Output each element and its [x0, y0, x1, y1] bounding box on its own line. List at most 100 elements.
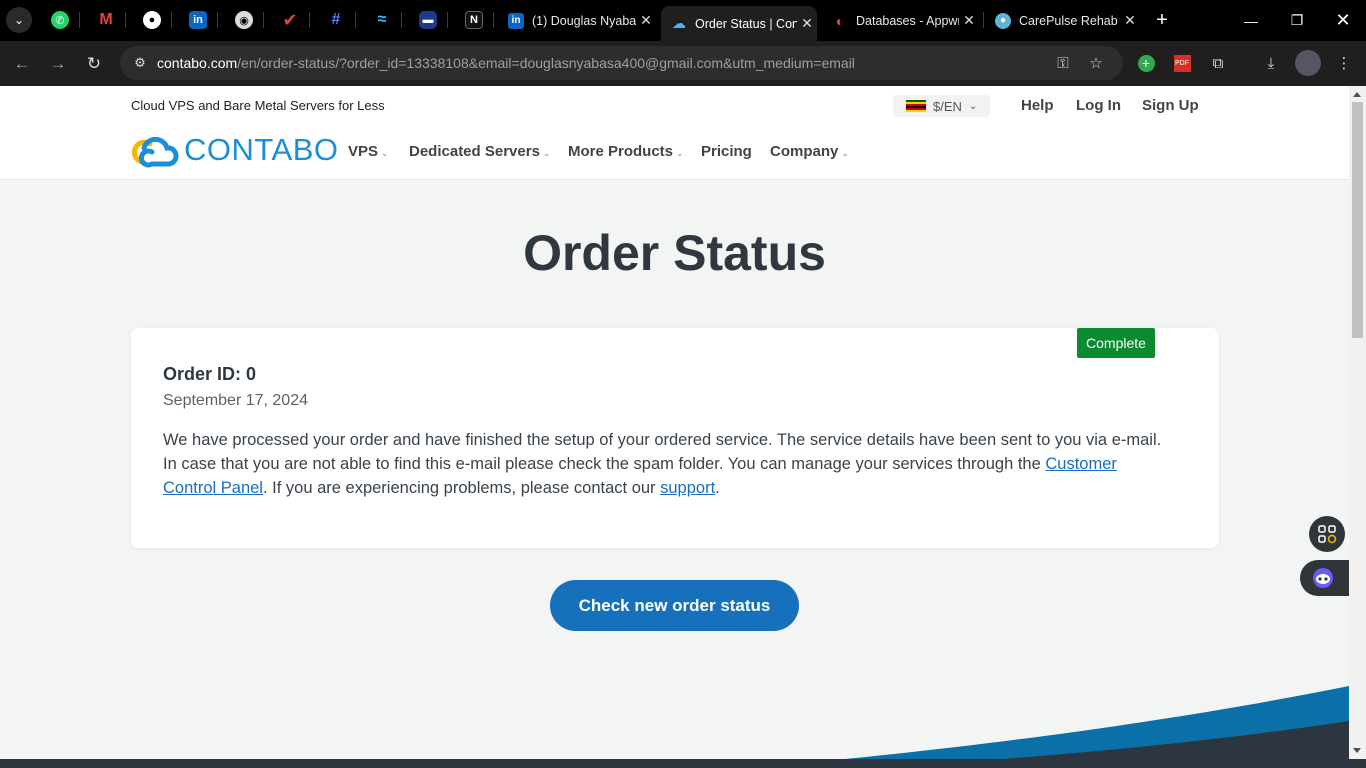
- tab-separator: [493, 12, 494, 28]
- pinned-tab-hash[interactable]: #: [319, 6, 353, 34]
- page-scrollbar[interactable]: [1349, 86, 1366, 759]
- pdf-extension-icon[interactable]: PDF: [1171, 52, 1193, 74]
- extensions-puzzle-icon[interactable]: ⧉: [1207, 52, 1229, 74]
- close-tab-icon[interactable]: ✕: [636, 12, 656, 29]
- tab-separator: [263, 12, 264, 28]
- message-text-2: . If you are experiencing problems, plea…: [262, 479, 661, 497]
- chevron-down-icon: ⌄: [676, 148, 684, 158]
- footer-strip: [0, 759, 1366, 768]
- restore-icon[interactable]: ❐: [1274, 0, 1320, 41]
- tab-linkedin-profile[interactable]: in (1) Douglas Nyabasa ✕: [498, 6, 656, 35]
- pill-icon: ▬: [419, 11, 437, 29]
- carepulse-icon: ●: [995, 12, 1011, 29]
- floating-assistant-button[interactable]: [1300, 560, 1349, 596]
- site-header: Cloud VPS and Bare Metal Servers for Les…: [0, 86, 1349, 180]
- forward-arrow-icon[interactable]: →: [44, 50, 72, 78]
- nav-more-products[interactable]: More Products ⌄: [568, 143, 684, 160]
- tab-order-status[interactable]: ☁ Order Status | Contabo ✕: [661, 6, 817, 41]
- linkedin-icon: in: [189, 11, 207, 29]
- nav-pricing[interactable]: Pricing: [701, 143, 752, 160]
- scroll-up-arrow-icon[interactable]: [1353, 92, 1361, 97]
- logo-wordmark: CONTABO: [184, 132, 339, 167]
- pinned-tab-pill[interactable]: ▬: [411, 6, 445, 34]
- chevron-down-icon: ⌄: [841, 148, 849, 158]
- tick-icon: ✔: [282, 9, 298, 30]
- order-status-card: Complete Order ID: 0 September 17, 2024 …: [131, 328, 1219, 548]
- signup-link[interactable]: Sign Up: [1142, 97, 1199, 114]
- header-tagline: Cloud VPS and Bare Metal Servers for Les…: [131, 98, 385, 113]
- close-window-icon[interactable]: ✕: [1320, 0, 1366, 41]
- tab-title: Databases - Appwrite: [856, 13, 959, 28]
- footer-wave-decoration: [845, 686, 1349, 759]
- address-bar[interactable]: ⚙ contabo.com/en/order-status/?order_id=…: [120, 46, 1123, 80]
- tab-carepulse[interactable]: ● CarePulse Rehab ✕: [985, 6, 1140, 35]
- check-new-order-status-button[interactable]: Check new order status: [550, 580, 799, 631]
- support-link[interactable]: support: [660, 479, 715, 497]
- contabo-cloud-icon: ☁: [672, 15, 686, 31]
- bookmark-star-icon[interactable]: ☆: [1086, 53, 1106, 73]
- close-tab-icon[interactable]: ✕: [1120, 12, 1140, 29]
- chevron-down-icon: ⌄: [542, 148, 551, 158]
- nav-vps[interactable]: VPS ⌄: [348, 143, 389, 160]
- nav-vps-label: VPS: [348, 143, 379, 160]
- tailwind-icon: ≈: [377, 11, 387, 28]
- tab-appwrite-databases[interactable]: ◐ Databases - Appwrite ✕: [822, 6, 979, 35]
- nav-more-label: More Products: [568, 143, 674, 160]
- pinned-tab-whatsapp[interactable]: ✆: [43, 6, 77, 34]
- tab-separator: [355, 12, 356, 28]
- tab-search-chevron-down-icon[interactable]: ⌄: [6, 7, 32, 33]
- extension-plus-icon[interactable]: +: [1135, 52, 1157, 74]
- currency-language-selector[interactable]: $/EN ⌄: [893, 95, 990, 117]
- tab-separator: [79, 12, 80, 28]
- tab-separator: [171, 12, 172, 28]
- message-text-end: .: [715, 479, 720, 497]
- appwrite-icon: ◐: [835, 12, 845, 29]
- reload-icon[interactable]: ↻: [80, 50, 108, 78]
- tab-separator: [983, 12, 984, 28]
- pinned-tab-linkedin[interactable]: in: [181, 6, 215, 34]
- page-viewport: Cloud VPS and Bare Metal Servers for Les…: [0, 86, 1349, 759]
- nav-dedicated-servers[interactable]: Dedicated Servers ⌄: [409, 143, 550, 160]
- pinned-tab-notion[interactable]: N: [457, 6, 491, 34]
- ai-chat-icon: ◉: [235, 11, 253, 29]
- pinned-tab-github[interactable]: ●: [135, 6, 169, 34]
- pinned-tab-gmail[interactable]: M: [89, 6, 123, 34]
- nav-pricing-label: Pricing: [701, 143, 752, 160]
- pinned-tab-todo[interactable]: ✔: [273, 6, 307, 34]
- tab-title: CarePulse Rehab: [1019, 13, 1118, 28]
- download-icon[interactable]: ⤓: [1260, 52, 1282, 74]
- close-tab-icon[interactable]: ✕: [797, 15, 817, 32]
- pinned-tab-ai-chat[interactable]: ◉: [227, 6, 261, 34]
- floating-apps-grid-button[interactable]: [1309, 516, 1345, 552]
- pinned-tab-tailwind[interactable]: ≈: [365, 6, 399, 34]
- status-badge: Complete: [1077, 328, 1155, 358]
- back-arrow-icon[interactable]: ←: [8, 50, 36, 78]
- login-link[interactable]: Log In: [1076, 97, 1121, 114]
- new-tab-plus-icon[interactable]: +: [1150, 8, 1174, 32]
- password-key-icon[interactable]: ⚿: [1053, 53, 1073, 73]
- url-text[interactable]: contabo.com/en/order-status/?order_id=13…: [157, 55, 855, 71]
- url-host: contabo.com: [157, 55, 238, 71]
- profile-avatar[interactable]: [1295, 50, 1321, 76]
- close-tab-icon[interactable]: ✕: [959, 12, 979, 29]
- nav-company[interactable]: Company ⌄: [770, 143, 849, 160]
- minimize-icon[interactable]: —: [1228, 0, 1274, 41]
- chevron-down-icon: ⌄: [968, 100, 978, 112]
- chevron-down-icon: ⌄: [381, 148, 389, 158]
- tab-separator: [125, 12, 126, 28]
- hash-icon: #: [331, 11, 341, 28]
- site-info-icon[interactable]: ⚙: [128, 51, 152, 75]
- notion-icon: N: [465, 11, 483, 29]
- tab-separator: [447, 12, 448, 28]
- linkedin-icon: in: [508, 12, 524, 29]
- contabo-logo[interactable]: CONTABO: [130, 128, 339, 172]
- message-text-1: We have processed your order and have fi…: [163, 431, 1162, 473]
- help-link[interactable]: Help: [1021, 97, 1054, 114]
- scrollbar-thumb[interactable]: [1352, 102, 1363, 338]
- order-date: September 17, 2024: [163, 392, 308, 409]
- gmail-icon: M: [99, 11, 113, 28]
- scroll-down-arrow-icon[interactable]: [1353, 748, 1361, 753]
- currency-language-label: $/EN: [933, 98, 962, 114]
- page-title: Order Status: [523, 225, 826, 281]
- kebab-menu-icon[interactable]: ⋮: [1333, 52, 1355, 74]
